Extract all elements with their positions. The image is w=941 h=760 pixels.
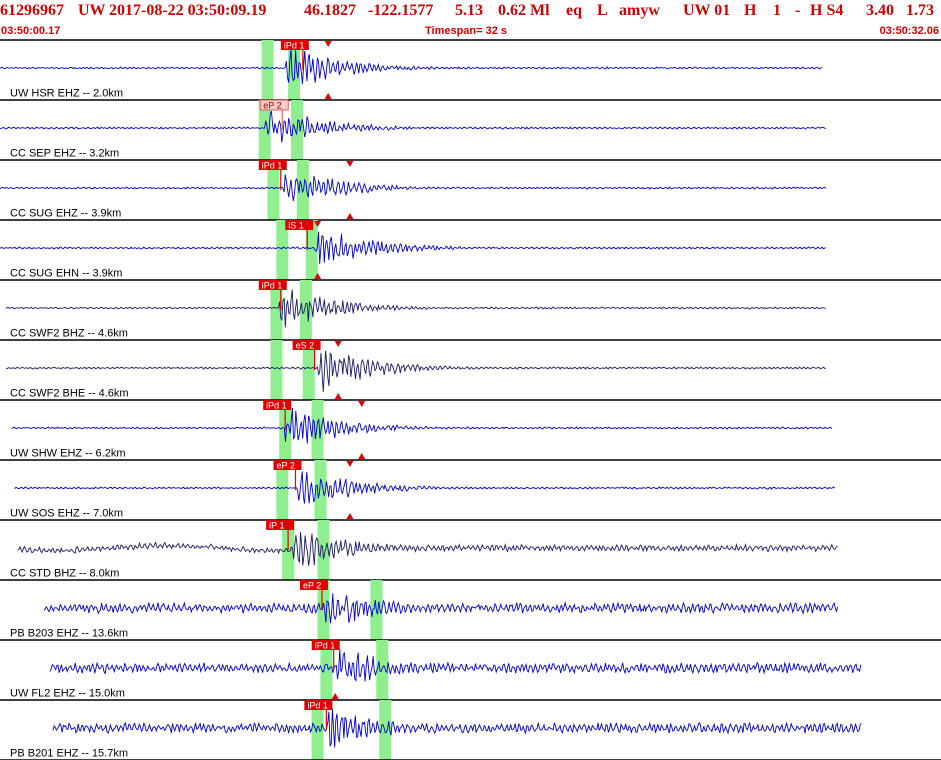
waveform-trace bbox=[11, 407, 833, 444]
pick-label: iPd 1 bbox=[262, 161, 283, 171]
channel-label: CC STD BHZ -- 8.0km bbox=[10, 568, 119, 580]
channel-panel: iP 1 CC STD BHZ -- 8.0km bbox=[0, 520, 941, 581]
pick-label: eP 2 bbox=[303, 581, 321, 591]
waveform-trace bbox=[52, 708, 862, 748]
pick-label: iPd 1 bbox=[266, 401, 287, 411]
s-marker-bottom bbox=[331, 693, 339, 699]
green-window bbox=[299, 280, 312, 340]
seismogram-plot: iPd 1 UW HSR EHZ -- 2.0km eP 2 CC SEP EHZ -… bbox=[0, 39, 941, 760]
pick-label: iP 1 bbox=[269, 521, 284, 531]
s-marker-bottom bbox=[346, 213, 354, 219]
channel-panel: eP 2 CC SEP EHZ -- 3.2km bbox=[0, 99, 941, 161]
waveform-trace bbox=[14, 471, 836, 504]
channel-panel: iS 1 CC SUG EHN -- 3.9km bbox=[0, 220, 941, 281]
waveform-trace bbox=[49, 649, 862, 682]
channel-panel: iPd 1 UW FL2 EHZ -- 15.0km bbox=[0, 640, 941, 701]
pick-label: iPd 1 bbox=[284, 41, 305, 51]
channel-panel: iPd 1 UW SHW EHZ -- 6.2km bbox=[0, 400, 941, 461]
pick-label: iPd 1 bbox=[315, 641, 336, 651]
green-window bbox=[261, 40, 274, 100]
s-marker-top bbox=[358, 401, 366, 407]
s-marker-top bbox=[346, 161, 354, 167]
channel-label: UW SHW EHZ -- 6.2km bbox=[10, 448, 126, 460]
waveform-trace bbox=[0, 48, 823, 85]
pick-label: eP 2 bbox=[263, 101, 281, 111]
channel-label: UW HSR EHZ -- 2.0km bbox=[10, 88, 123, 100]
channel-label: PB B201 EHZ -- 15.7km bbox=[10, 748, 128, 760]
green-window bbox=[317, 520, 330, 580]
pick-label: iPd 1 bbox=[262, 281, 283, 291]
channel-label: UW FL2 EHZ -- 15.0km bbox=[10, 688, 125, 700]
waveform-trace bbox=[0, 231, 826, 264]
s-marker-top bbox=[324, 41, 332, 47]
channel-panel: iPd 1 PB B201 EHZ -- 15.7km bbox=[0, 700, 941, 760]
channel-label: CC SWF2 BHE -- 4.6km bbox=[10, 388, 129, 400]
channel-panel: eP 2 PB B203 EHZ -- 13.6km bbox=[0, 580, 941, 641]
green-window bbox=[314, 460, 327, 520]
channel-label: UW SOS EHZ -- 7.0km bbox=[10, 508, 123, 520]
channel-panel: iPd 1 CC SUG EHZ -- 3.9km bbox=[0, 160, 941, 221]
s-marker-bottom bbox=[346, 513, 354, 519]
waveform-trace bbox=[5, 350, 826, 392]
waveform-trace bbox=[17, 532, 838, 566]
waveform-trace bbox=[0, 174, 826, 202]
pick-label: eS 2 bbox=[296, 341, 315, 351]
s-marker-bottom bbox=[334, 393, 342, 399]
s-marker-bottom bbox=[358, 453, 366, 459]
s-marker-top bbox=[334, 341, 342, 347]
channel-label: CC SWF2 BHZ -- 4.6km bbox=[10, 328, 128, 340]
pick-label: eP 2 bbox=[276, 461, 294, 471]
channel-label: CC SEP EHZ -- 3.2km bbox=[10, 148, 119, 160]
waveform-trace bbox=[5, 289, 826, 328]
channel-panel: iPd 1 CC SWF2 BHZ -- 4.6km bbox=[0, 280, 941, 341]
channel-label: CC SUG EHZ -- 3.9km bbox=[10, 208, 121, 220]
channel-panel: eS 2 CC SWF2 BHE -- 4.6km bbox=[0, 340, 941, 401]
green-window bbox=[311, 400, 324, 460]
pick-label: iS 1 bbox=[288, 221, 304, 231]
s-marker-top bbox=[346, 461, 354, 467]
channel-panel: iPd 1 UW HSR EHZ -- 2.0km bbox=[0, 40, 941, 101]
pick-label: iPd 1 bbox=[307, 701, 328, 711]
green-window bbox=[376, 640, 389, 700]
waveform-trace bbox=[0, 110, 826, 143]
channel-label: PB B203 EHZ -- 13.6km bbox=[10, 628, 128, 640]
waveform-trace bbox=[43, 593, 839, 624]
green-window bbox=[270, 340, 283, 400]
s-marker-bottom bbox=[324, 93, 332, 99]
channel-panel: eP 2 UW SOS EHZ -- 7.0km bbox=[0, 460, 941, 521]
channel-label: CC SUG EHN -- 3.9km bbox=[10, 268, 122, 280]
